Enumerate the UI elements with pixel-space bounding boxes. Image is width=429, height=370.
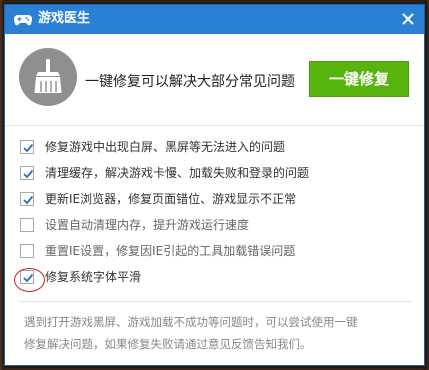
option-update-ie[interactable]: 更新IE浏览器，修复页面错位、游戏显示不正常: [20, 189, 400, 209]
checkmark-icon: [23, 143, 34, 153]
broom-icon: [19, 48, 77, 106]
divider: [19, 301, 412, 302]
title-bar[interactable]: 游戏医生: [5, 5, 424, 34]
option-label: 重置IE设置，修复因IE引起的工具加载错误问题: [45, 244, 296, 258]
option-clear-cache[interactable]: 清理缓存，解决游戏卡慢、加载失败和登录的问题: [20, 163, 400, 183]
one-click-fix-button[interactable]: 一键修复: [309, 61, 409, 97]
option-fix-white-black-screen[interactable]: 修复游戏中出现白屏、黑屏等无法进入的问题: [20, 137, 400, 157]
gamepad-icon: [13, 12, 33, 26]
checkbox[interactable]: [20, 218, 34, 232]
hint-text: 遇到打开游戏黑屏、游戏加载不成功等问题时，可以尝试使用一键 修复解决问题，如果修…: [24, 311, 409, 355]
checkmark-icon: [23, 273, 34, 283]
close-button[interactable]: [398, 9, 418, 29]
option-font-smoothing[interactable]: 修复系统字体平滑: [20, 267, 400, 287]
checkbox[interactable]: [20, 270, 34, 284]
game-doctor-dialog: 游戏医生 一键修复可以解决大部分常见问题 一键修复 修复游戏中出现白屏、黑屏等无…: [4, 4, 425, 366]
close-icon: [402, 13, 414, 25]
option-label: 更新IE浏览器，修复页面错位、游戏显示不正常: [45, 192, 297, 206]
hero-description: 一键修复可以解决大部分常见问题: [85, 74, 295, 90]
hint-line-1: 遇到打开游戏黑屏、游戏加载不成功等问题时，可以尝试使用一键: [24, 315, 358, 329]
checkbox[interactable]: [20, 140, 34, 154]
option-label: 修复系统字体平滑: [45, 270, 142, 284]
option-label: 设置自动清理内存，提升游戏运行速度: [45, 218, 250, 232]
checkmark-icon: [23, 195, 34, 205]
checkbox[interactable]: [20, 192, 34, 206]
window-title: 游戏医生: [38, 11, 91, 26]
hero-section: 一键修复可以解决大部分常见问题 一键修复: [5, 34, 424, 126]
option-reset-ie[interactable]: 重置IE设置，修复因IE引起的工具加载错误问题: [20, 241, 400, 261]
checkbox[interactable]: [20, 166, 34, 180]
checkmark-icon: [23, 169, 34, 179]
option-label: 清理缓存，解决游戏卡慢、加载失败和登录的问题: [45, 166, 310, 180]
option-auto-clean-memory[interactable]: 设置自动清理内存，提升游戏运行速度: [20, 215, 400, 235]
hint-line-2: 修复解决问题，如果修复失败请通过意见反馈告知我们。: [24, 337, 312, 351]
checkbox[interactable]: [20, 244, 34, 258]
option-label: 修复游戏中出现白屏、黑屏等无法进入的问题: [45, 140, 286, 154]
